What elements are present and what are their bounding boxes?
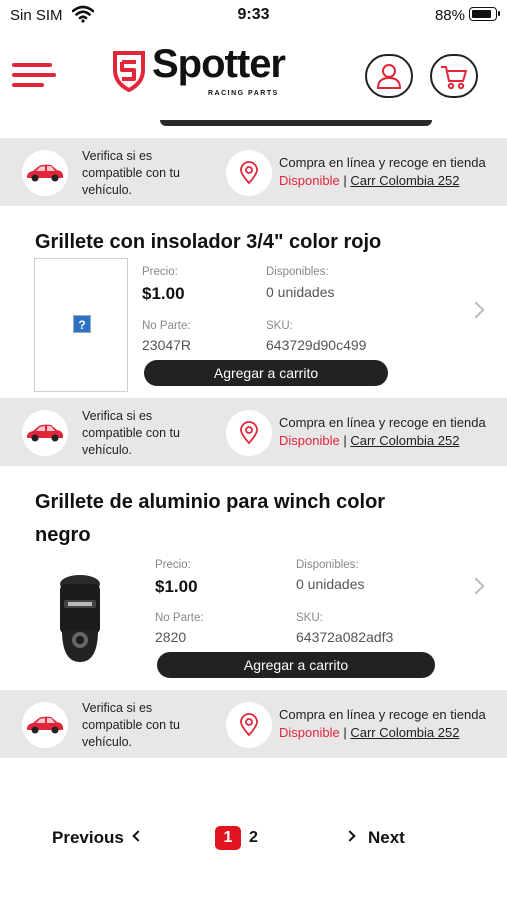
part-label: No Parte: xyxy=(155,612,204,624)
car-icon[interactable] xyxy=(22,702,68,748)
user-icon[interactable] xyxy=(365,54,413,98)
verify-compatibility-text[interactable]: Verifica si es compatible con tu vehícul… xyxy=(82,408,202,459)
page-1-button[interactable]: 1 xyxy=(215,826,241,850)
verify-compatibility-text[interactable]: Verifica si es compatible con tu vehícul… xyxy=(82,148,202,199)
pickup-text: Compra en línea y recoge en tienda xyxy=(279,155,486,170)
availability-line: Disponible | Carr Colombia 252 xyxy=(279,433,459,448)
compatibility-strip: Verifica si es compatible con tu vehícul… xyxy=(0,138,507,206)
cart-icon[interactable] xyxy=(430,54,478,98)
product-image[interactable]: ? xyxy=(34,258,128,392)
separator: | xyxy=(343,173,347,188)
availability-status: Disponible xyxy=(279,433,340,448)
battery-percent: 88% xyxy=(434,7,465,24)
part-number: 23047R xyxy=(142,337,192,353)
product-image[interactable] xyxy=(52,570,108,666)
previous-page-button[interactable]: Previous xyxy=(52,828,124,848)
available-label: Disponibles: xyxy=(296,559,359,571)
brand-subtitle: RACING PARTS xyxy=(208,90,279,97)
chevron-right-icon[interactable] xyxy=(344,830,356,842)
location-pin-icon xyxy=(226,410,272,456)
brand-logo[interactable]: Spotter RACING PARTS xyxy=(112,42,312,100)
sku-label: SKU: xyxy=(296,612,323,624)
available-label: Disponibles: xyxy=(266,266,329,278)
store-link[interactable]: Carr Colombia 252 xyxy=(350,173,459,188)
store-link[interactable]: Carr Colombia 252 xyxy=(350,725,459,740)
location-pin-icon xyxy=(226,150,272,196)
car-icon[interactable] xyxy=(22,150,68,196)
chevron-left-icon[interactable] xyxy=(132,830,144,842)
next-page-button[interactable]: Next xyxy=(368,828,405,848)
brand-name: Spotter xyxy=(152,42,286,86)
battery-icon xyxy=(469,7,500,21)
part-number: 2820 xyxy=(155,629,187,645)
price: $1.00 xyxy=(155,577,198,596)
compatibility-strip: Verifica si es compatible con tu vehícul… xyxy=(0,398,507,466)
menu-icon[interactable] xyxy=(12,63,56,89)
store-link[interactable]: Carr Colombia 252 xyxy=(350,433,459,448)
location-pin-icon xyxy=(226,702,272,748)
separator: | xyxy=(343,725,347,740)
missing-image-icon: ? xyxy=(73,315,91,333)
availability-line: Disponible | Carr Colombia 252 xyxy=(279,725,459,740)
product-title[interactable]: Grillete con insolador 3/4" color rojo xyxy=(35,226,475,259)
status-bar: Sin SIM 9:33 88% xyxy=(0,0,507,30)
chevron-right-icon[interactable] xyxy=(467,301,485,319)
part-label: No Parte: xyxy=(142,320,191,332)
available-units: 0 unidades xyxy=(266,284,335,300)
add-to-cart-button[interactable]: Agregar a carrito xyxy=(157,652,435,678)
sku-value: 643729d90c499 xyxy=(266,337,367,353)
clock: 9:33 xyxy=(237,6,270,23)
sku-label: SKU: xyxy=(266,320,293,332)
previous-add-button-edge xyxy=(160,120,432,126)
available-units: 0 unidades xyxy=(296,576,365,592)
compatibility-strip: Verifica si es compatible con tu vehícul… xyxy=(0,690,507,758)
add-to-cart-button[interactable]: Agregar a carrito xyxy=(144,360,388,386)
shield-logo-icon xyxy=(113,51,145,92)
pickup-text: Compra en línea y recoge en tienda xyxy=(279,707,486,722)
availability-status: Disponible xyxy=(279,725,340,740)
price-label: Precio: xyxy=(142,266,178,278)
availability-line: Disponible | Carr Colombia 252 xyxy=(279,173,459,188)
chevron-right-icon[interactable] xyxy=(467,577,485,595)
sku-value: 64372a082adf3 xyxy=(296,629,394,645)
pickup-text: Compra en línea y recoge en tienda xyxy=(279,415,486,430)
availability-status: Disponible xyxy=(279,173,340,188)
price: $1.00 xyxy=(142,284,185,303)
product-title[interactable]: Grillete de aluminio para winch color ne… xyxy=(35,486,435,552)
verify-compatibility-text[interactable]: Verifica si es compatible con tu vehícul… xyxy=(82,700,202,751)
page-2-button[interactable]: 2 xyxy=(249,829,258,847)
price-label: Precio: xyxy=(155,559,191,571)
separator: | xyxy=(343,433,347,448)
car-icon[interactable] xyxy=(22,410,68,456)
app-header: Spotter RACING PARTS xyxy=(0,30,507,120)
